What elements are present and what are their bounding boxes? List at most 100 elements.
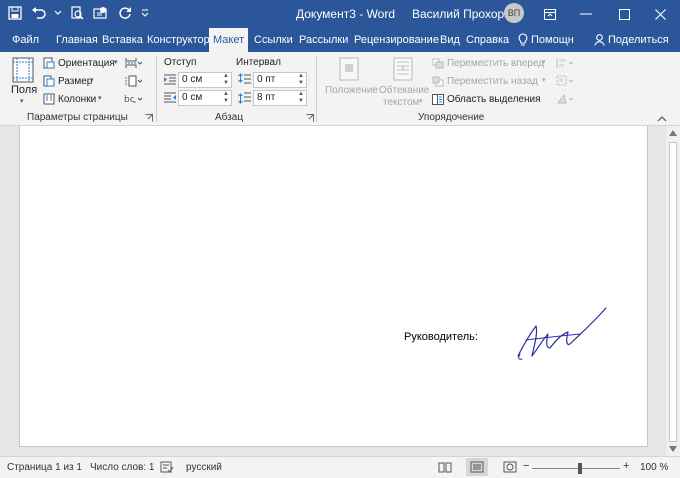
group-separator bbox=[156, 56, 157, 122]
columns-icon bbox=[43, 93, 55, 108]
proofing-icon[interactable] bbox=[160, 461, 174, 476]
spin-arrows-icon[interactable]: ▲ ▼ bbox=[223, 91, 229, 105]
chevron-down-icon[interactable]: ▾ bbox=[90, 76, 94, 84]
close-icon bbox=[654, 8, 666, 20]
spin-arrows-icon[interactable]: ▲ ▼ bbox=[298, 73, 304, 87]
columns-button[interactable]: Колонки bbox=[58, 94, 96, 105]
indent-label: Отступ bbox=[164, 57, 197, 68]
rotate-button[interactable] bbox=[556, 93, 574, 108]
size-button[interactable]: Размер bbox=[58, 76, 92, 87]
tab-home[interactable]: Главная bbox=[56, 28, 98, 52]
tab-view[interactable]: Вид bbox=[440, 28, 460, 52]
align-button[interactable] bbox=[556, 57, 574, 72]
maximize-button[interactable] bbox=[604, 0, 644, 28]
line-numbers-button[interactable] bbox=[124, 75, 143, 90]
hyphenation-button[interactable]: bc bbox=[124, 93, 143, 108]
group-objects-icon bbox=[556, 75, 574, 86]
position-button[interactable]: Положение bbox=[325, 85, 378, 96]
line-numbers-icon bbox=[125, 75, 143, 87]
document-page[interactable]: Руководитель: bbox=[19, 126, 648, 447]
spacing-before-value: 0 пт bbox=[257, 74, 276, 85]
document-text[interactable]: Руководитель: bbox=[404, 331, 478, 343]
bring-forward-button[interactable]: Переместить вперед bbox=[447, 58, 544, 69]
ribbon-display-button[interactable] bbox=[530, 0, 570, 28]
send-backward-icon bbox=[432, 76, 444, 90]
chevron-down-icon[interactable]: ▾ bbox=[542, 58, 546, 66]
tab-references[interactable]: Ссылки bbox=[254, 28, 293, 52]
breaks-button[interactable] bbox=[124, 57, 143, 72]
signature-image[interactable] bbox=[496, 304, 610, 367]
print-layout-icon bbox=[470, 461, 484, 473]
user-name[interactable]: Василий Прохоров bbox=[412, 7, 517, 21]
web-layout-icon[interactable] bbox=[503, 461, 517, 476]
spin-arrows-icon[interactable]: ▲ ▼ bbox=[223, 73, 229, 87]
selection-pane-icon bbox=[432, 94, 444, 108]
indent-right-value: 0 см bbox=[182, 92, 203, 103]
redo-icon[interactable] bbox=[116, 4, 134, 22]
zoom-slider-thumb[interactable] bbox=[578, 463, 582, 474]
tab-mailings[interactable]: Рассылки bbox=[299, 28, 348, 52]
margins-button[interactable] bbox=[12, 57, 34, 86]
window-title: Документ3 - Word bbox=[296, 7, 396, 21]
spin-arrows-icon[interactable]: ▲ ▼ bbox=[298, 91, 304, 105]
chevron-down-icon[interactable] bbox=[54, 4, 62, 22]
send-backward-button[interactable]: Переместить назад bbox=[447, 76, 538, 87]
read-mode-icon[interactable] bbox=[438, 461, 452, 476]
customize-qat-icon[interactable] bbox=[140, 4, 150, 22]
chevron-down-icon[interactable]: ▾ bbox=[542, 76, 546, 84]
vertical-scrollbar[interactable] bbox=[666, 126, 680, 456]
zoom-out-button[interactable]: − bbox=[523, 460, 529, 472]
zoom-level[interactable]: 100 % bbox=[640, 462, 668, 473]
tab-layout[interactable]: Макет bbox=[209, 28, 249, 52]
document-area: Руководитель: bbox=[0, 126, 666, 456]
avatar[interactable]: ВП bbox=[504, 3, 524, 23]
touch-mode-icon[interactable] bbox=[92, 4, 110, 22]
tab-file[interactable]: Файл bbox=[12, 28, 39, 52]
save-icon[interactable] bbox=[6, 4, 24, 22]
indent-right-input[interactable]: 0 см ▲ ▼ bbox=[178, 90, 232, 106]
svg-text:bc: bc bbox=[124, 95, 135, 105]
ribbon-display-icon bbox=[544, 8, 556, 20]
selection-pane-button[interactable]: Область выделения bbox=[447, 94, 541, 105]
collapse-ribbon-icon[interactable] bbox=[657, 113, 667, 125]
word-count[interactable]: Число слов: 1 bbox=[90, 462, 154, 473]
margins-label[interactable]: Поля bbox=[11, 84, 37, 96]
language-indicator[interactable]: русский bbox=[186, 462, 222, 473]
tab-help[interactable]: Справка bbox=[466, 28, 509, 52]
group-objects-button[interactable] bbox=[556, 75, 574, 90]
size-icon bbox=[43, 75, 55, 90]
tab-review[interactable]: Рецензирование bbox=[354, 28, 439, 52]
zoom-in-button[interactable]: + bbox=[623, 460, 629, 472]
rotate-icon bbox=[557, 93, 574, 104]
print-layout-button[interactable] bbox=[466, 458, 488, 476]
tab-design[interactable]: Конструктор bbox=[147, 28, 210, 52]
tell-me-label: Помощн bbox=[531, 34, 574, 46]
page-setup-launcher-icon[interactable] bbox=[145, 113, 153, 122]
wrap-text-button[interactable]: Обтекание bbox=[379, 85, 429, 96]
wrap-text-icon bbox=[393, 57, 413, 84]
page-counter[interactable]: Страница 1 из 1 bbox=[7, 462, 82, 473]
print-preview-icon[interactable] bbox=[68, 4, 86, 22]
wrap-text-label-line2: текстом bbox=[383, 97, 420, 108]
chevron-down-icon[interactable]: ▾ bbox=[20, 97, 24, 105]
paragraph-launcher-icon[interactable] bbox=[306, 113, 314, 122]
tab-insert[interactable]: Вставка bbox=[102, 28, 143, 52]
spacing-after-input[interactable]: 8 пт ▲ ▼ bbox=[253, 90, 307, 106]
share-button[interactable]: Поделиться bbox=[594, 28, 669, 52]
chevron-down-icon[interactable]: ▾ bbox=[98, 94, 102, 102]
close-button[interactable] bbox=[640, 0, 680, 28]
align-icon bbox=[556, 58, 574, 68]
spacing-before-input[interactable]: 0 пт ▲ ▼ bbox=[253, 72, 307, 88]
scrollbar-thumb[interactable] bbox=[669, 142, 677, 442]
chevron-down-icon[interactable]: ▾ bbox=[419, 97, 423, 105]
zoom-slider[interactable] bbox=[532, 468, 620, 469]
minimize-button[interactable] bbox=[566, 0, 606, 28]
tab-tell-me[interactable]: Помощн bbox=[518, 28, 574, 52]
undo-icon[interactable] bbox=[30, 4, 48, 22]
lightbulb-icon bbox=[518, 33, 528, 46]
quick-access-toolbar bbox=[6, 4, 150, 22]
indent-left-input[interactable]: 0 см ▲ ▼ bbox=[178, 72, 232, 88]
chevron-down-icon[interactable]: ▾ bbox=[114, 58, 118, 66]
orientation-button[interactable]: Ориентация bbox=[58, 58, 115, 69]
ribbon-tabs: Файл Главная Вставка Конструктор Макет С… bbox=[0, 28, 680, 52]
